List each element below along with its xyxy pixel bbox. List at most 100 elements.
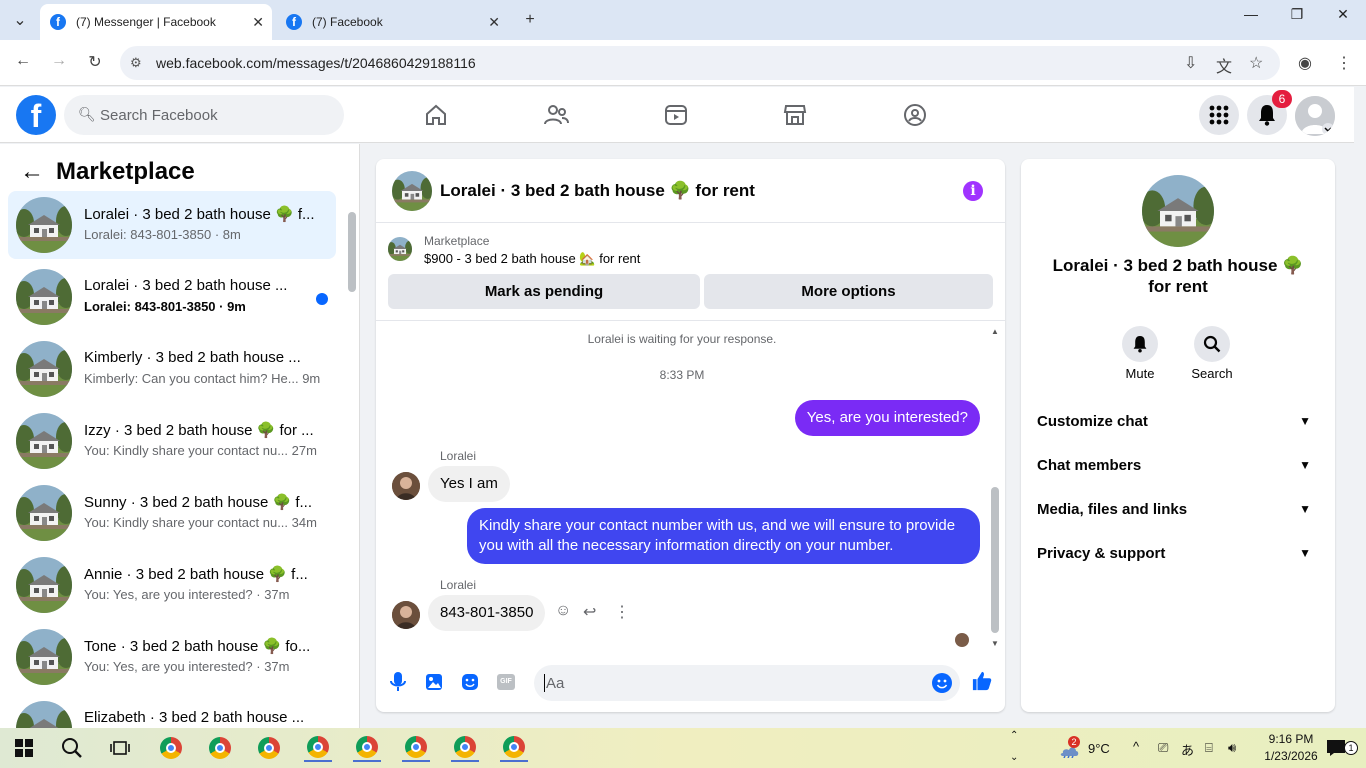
scroll-down-icon[interactable]: ▼ <box>991 639 999 648</box>
thumbs-up-icon[interactable] <box>972 670 992 692</box>
network-icon[interactable]: ⌸ <box>1205 740 1213 756</box>
mute-button[interactable] <box>1122 326 1158 362</box>
close-tab-icon[interactable]: ✕ <box>252 14 264 31</box>
conversation-item[interactable]: Tone · 3 bed 2 bath house 🌳 fo... You: Ye… <box>8 623 336 691</box>
address-bar[interactable]: web.facebook.com/messages/t/204686042918… <box>120 46 1280 80</box>
back-arrow-icon[interactable]: ← <box>20 158 44 186</box>
window-close-icon[interactable]: ✕ <box>1328 6 1358 23</box>
weather-temperature[interactable]: 9°C <box>1088 741 1110 756</box>
task-view-icon[interactable] <box>106 734 134 762</box>
received-message[interactable]: 843-801-3850 <box>428 595 546 631</box>
facebook-logo[interactable]: f <box>16 95 56 135</box>
more-dots-icon[interactable]: ⋮ <box>614 602 630 622</box>
meet-now-icon[interactable]: ⎚ <box>1158 740 1168 756</box>
gif-icon[interactable]: GIF <box>496 671 516 693</box>
chrome-taskbar-icon[interactable] <box>402 734 430 762</box>
sender-avatar[interactable] <box>392 472 420 500</box>
scrollbar-thumb[interactable] <box>348 212 356 292</box>
tab-messenger[interactable]: f (7) Messenger | Facebook ✕ <box>40 4 272 40</box>
marketplace-icon[interactable] <box>781 101 809 129</box>
forward-icon[interactable]: → <box>48 52 70 70</box>
message-input[interactable]: Aa <box>534 665 960 701</box>
chrome-taskbar-icon[interactable] <box>206 734 234 762</box>
conversation-item[interactable]: Kimberly · 3 bed 2 bath house ... Kimberl… <box>8 335 336 403</box>
restore-icon[interactable]: ❐ <box>1282 6 1312 23</box>
groups-icon[interactable] <box>901 101 929 129</box>
close-tab-icon[interactable]: ✕ <box>488 14 500 31</box>
search-conversation-button[interactable] <box>1194 326 1230 362</box>
received-message[interactable]: Yes I am <box>428 466 510 502</box>
marketplace-listing-bar: Marketplace $900 - 3 bed 2 bath house 🏡 … <box>376 223 1005 321</box>
translate-icon[interactable]: 文 <box>1216 53 1232 77</box>
chrome-taskbar-icon[interactable] <box>451 734 479 762</box>
chrome-taskbar-icon[interactable] <box>500 734 528 762</box>
chrome-taskbar-icon[interactable] <box>255 734 283 762</box>
home-icon[interactable] <box>422 101 450 129</box>
taskbar-search-icon[interactable] <box>58 734 86 762</box>
mark-as-pending-button[interactable]: Mark as pending <box>388 274 700 309</box>
sent-message[interactable]: Kindly share your contact number with us… <box>467 508 980 564</box>
account-avatar[interactable] <box>1295 96 1335 136</box>
facebook-search-input[interactable]: Search Facebook <box>64 95 344 135</box>
chrome-taskbar-icon[interactable] <box>157 734 185 762</box>
minimize-icon[interactable]: — <box>1236 6 1266 22</box>
tray-scroll-up-icon[interactable]: ⌃ <box>1010 730 1018 741</box>
menu-grid-icon[interactable] <box>1199 95 1239 135</box>
chat-members-section[interactable]: Chat members ▼ <box>1037 450 1319 480</box>
sender-avatar[interactable] <box>392 601 420 629</box>
watch-video-icon[interactable] <box>662 101 690 129</box>
conversation-name: Loralei · 3 bed 2 bath house 🌳 f... <box>84 206 315 223</box>
scrollbar-thumb[interactable] <box>991 487 999 633</box>
microphone-icon[interactable] <box>388 671 408 693</box>
tray-scroll-down-icon[interactable]: ⌄ <box>1010 752 1018 763</box>
listing-title[interactable]: $900 - 3 bed 2 bath house 🏡 for rent <box>424 251 640 267</box>
conversation-item[interactable]: Loralei · 3 bed 2 bath house 🌳 f... Loral… <box>8 191 336 259</box>
sent-message[interactable]: Yes, are you interested? <box>794 400 980 436</box>
scroll-up-icon[interactable]: ▲ <box>991 327 999 336</box>
clock-time[interactable]: 9:16 PM <box>1259 732 1323 746</box>
conversation-item[interactable]: Sunny · 3 bed 2 bath house 🌳 f... You: Ki… <box>8 479 336 547</box>
more-options-button[interactable]: More options <box>704 274 993 309</box>
sticker-icon[interactable] <box>460 671 480 693</box>
listing-small-thumbnail[interactable] <box>388 237 412 261</box>
tab-facebook[interactable]: f (7) Facebook ✕ <box>276 4 508 40</box>
site-info-icon[interactable]: ⚙ <box>130 55 142 71</box>
conversation-item[interactable]: Elizabeth · 3 bed 2 bath house ... <box>8 695 336 728</box>
thread-scrollbar[interactable]: ▲ ▼ <box>990 327 1000 649</box>
back-icon[interactable]: ← <box>12 52 34 70</box>
menu-dots-icon[interactable]: ⋮ <box>1336 53 1352 73</box>
page-scrollbar[interactable] <box>1354 87 1366 728</box>
conversation-item[interactable]: Izzy · 3 bed 2 bath house 🌳 for ... You: … <box>8 407 336 475</box>
conversation-item[interactable]: Loralei · 3 bed 2 bath house ... Loralei:… <box>8 263 336 331</box>
install-app-icon[interactable]: ⇩ <box>1184 53 1197 73</box>
conversation-title[interactable]: Loralei · 3 bed 2 bath house 🌳 for rent <box>440 181 755 201</box>
chrome-taskbar-icon[interactable] <box>304 734 332 762</box>
listing-large-thumbnail[interactable] <box>1142 175 1214 247</box>
new-tab-icon[interactable]: + <box>518 8 542 32</box>
customize-chat-section[interactable]: Customize chat ▼ <box>1037 406 1319 436</box>
windows-start-icon[interactable] <box>10 734 38 762</box>
listing-thumbnail[interactable] <box>392 171 432 211</box>
react-emoji-icon[interactable]: ☺ <box>555 602 571 620</box>
conversation-header: Loralei · 3 bed 2 bath house 🌳 for rent … <box>376 159 1005 223</box>
profile-icon[interactable]: ◉ <box>1298 53 1312 73</box>
clock-date[interactable]: 1/23/2026 <box>1259 749 1323 763</box>
privacy-support-section[interactable]: Privacy & support ▼ <box>1037 538 1319 568</box>
message-input-placeholder: Aa <box>546 674 565 692</box>
section-label: Privacy & support <box>1037 544 1166 562</box>
reload-icon[interactable]: ↻ <box>84 52 106 72</box>
info-icon[interactable]: i <box>963 181 983 201</box>
tab-search-chevron-icon[interactable]: ⌄ <box>8 8 32 32</box>
emoji-icon[interactable] <box>932 672 952 694</box>
bookmark-star-icon[interactable]: ☆ <box>1249 53 1263 73</box>
chat-list-scrollbar[interactable] <box>348 194 356 724</box>
friends-icon[interactable] <box>542 101 570 129</box>
reply-icon[interactable]: ↩ <box>583 602 596 622</box>
photo-icon[interactable] <box>424 671 444 693</box>
chrome-taskbar-icon[interactable] <box>353 734 381 762</box>
volume-icon[interactable]: 🔊︎ <box>1228 740 1236 756</box>
conversation-item[interactable]: Annie · 3 bed 2 bath house 🌳 f... You: Ye… <box>8 551 336 619</box>
show-hidden-icons-icon[interactable]: ^ <box>1133 739 1139 754</box>
media-files-links-section[interactable]: Media, files and links ▼ <box>1037 494 1319 524</box>
language-icon[interactable]: あ <box>1181 740 1194 759</box>
